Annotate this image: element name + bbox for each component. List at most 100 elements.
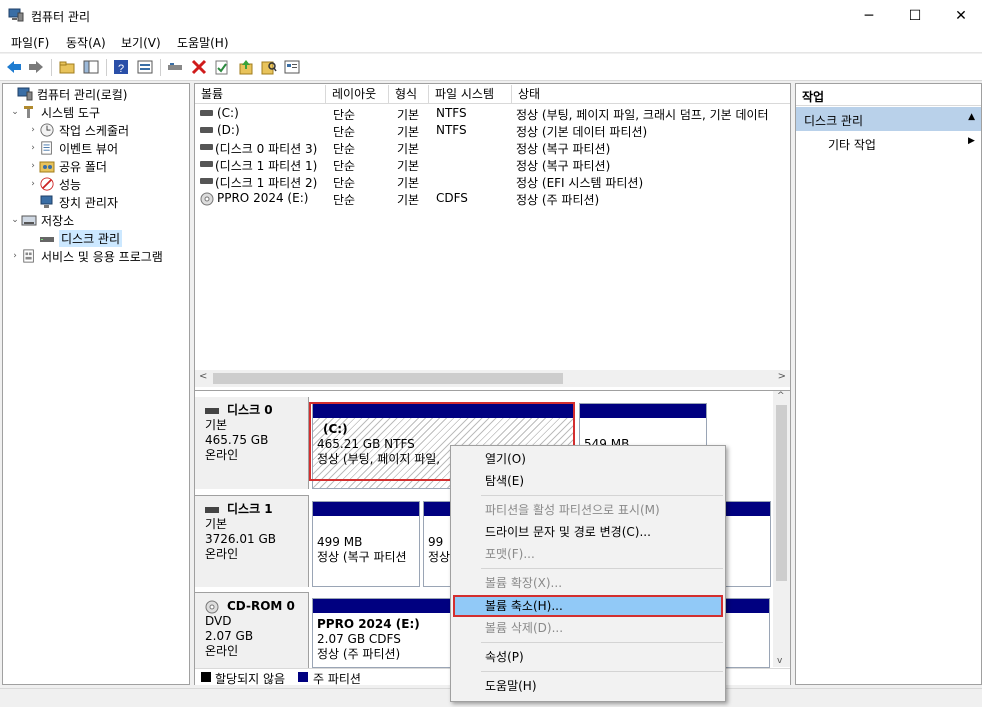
disk-state: 온라인 [205, 547, 239, 561]
menu-delete-volume: 볼륨 삭제(D)... [485, 621, 564, 635]
help-icon[interactable]: ? [112, 58, 130, 76]
volume-layout: 단순 [333, 108, 356, 122]
menu-view[interactable]: 보기(V) [121, 34, 161, 51]
tree-expander[interactable]: ⌄ [9, 215, 21, 225]
column-type[interactable]: 형식 [389, 85, 429, 104]
menu-file[interactable]: 파일(F) [11, 34, 49, 51]
tree-expander[interactable]: ⌄ [9, 107, 21, 117]
tree-expander[interactable]: › [27, 179, 39, 189]
actions-header: 작업 [796, 84, 981, 106]
tree-item-performance[interactable]: › 성능 [27, 175, 81, 193]
volume-row[interactable]: (D:) 단순 기본 NTFS 정상 (기본 데이터 파티션) [195, 122, 790, 139]
collapse-icon[interactable]: ▲ [968, 112, 975, 122]
properties-view-icon[interactable] [136, 58, 154, 76]
column-status[interactable]: 상태 [512, 85, 790, 104]
volume-row[interactable]: PPRO 2024 (E:) 단순 기본 CDFS 정상 (주 파티션) [195, 190, 790, 207]
menu-help[interactable]: 도움말(H) [177, 34, 229, 51]
tree-item-system-tools[interactable]: ⌄ 시스템 도구 [9, 103, 100, 121]
volume-icon [200, 178, 213, 184]
menu-shrink-volume[interactable]: 볼륨 축소(H)... [453, 595, 723, 617]
scroll-left-icon[interactable]: < [199, 371, 207, 382]
tree-expander[interactable]: › [27, 161, 39, 171]
tree-item-label: 성능 [59, 177, 82, 192]
cdrom-0-label[interactable]: CD-ROM 0 DVD 2.07 GB 온라인 [195, 592, 309, 668]
scroll-thumb[interactable] [776, 405, 787, 581]
export-icon[interactable] [237, 58, 255, 76]
volume-row[interactable]: (디스크 1 파티션 2) 단순 기본 정상 (EFI 시스템 파티션) [195, 173, 790, 190]
scroll-down-icon[interactable]: v [777, 656, 782, 666]
disk-management-icon [40, 237, 54, 242]
disk-0-label[interactable]: 디스크 0 기본 465.75 GB 온라인 [195, 397, 309, 489]
shared-folder-icon [39, 161, 55, 173]
clock-icon [40, 123, 54, 137]
volume-type: 기본 [397, 108, 420, 122]
tree-item-disk-management[interactable]: 디스크 관리 [27, 229, 123, 247]
legend-swatch-primary [298, 672, 308, 682]
menu-extend-volume: 볼륨 확장(X)... [485, 576, 563, 590]
check-icon[interactable] [213, 58, 231, 76]
menu-explore[interactable]: 탐색(E) [453, 470, 723, 492]
volume-row[interactable]: (디스크 1 파티션 1) 단순 기본 정상 (복구 파티션) [195, 156, 790, 173]
scroll-up-icon[interactable]: ^ [777, 391, 785, 401]
menu-change-drive-letter[interactable]: 드라이브 문자 및 경로 변경(C)... [453, 521, 723, 543]
menu-open[interactable]: 열기(O) [453, 448, 723, 470]
computer-management-icon [17, 87, 33, 101]
connect-icon[interactable] [166, 58, 184, 76]
services-apps-icon [23, 249, 34, 263]
tree-item-computer-management[interactable]: 컴퓨터 관리(로컬) [5, 85, 127, 103]
legend-label: 할당되지 않음 [215, 672, 286, 686]
actions-section-disk-management[interactable]: 디스크 관리 ▲ [796, 107, 981, 131]
scroll-thumb[interactable] [213, 373, 563, 384]
column-layout[interactable]: 레이아웃 [326, 85, 389, 104]
window-title: 컴퓨터 관리 [31, 10, 91, 24]
volume-row[interactable]: (C:) 단순 기본 NTFS 정상 (부팅, 페이지 파일, 크래시 덤프, … [195, 105, 790, 122]
horizontal-scrollbar[interactable]: < > [195, 370, 790, 387]
close-button[interactable]: ✕ [938, 0, 982, 31]
tree-item-device-manager[interactable]: 장치 관리자 [27, 193, 118, 211]
tree-item-shared-folders[interactable]: › 공유 폴더 [27, 157, 107, 175]
search-icon[interactable] [260, 58, 278, 76]
tree-item-task-scheduler[interactable]: › 작업 스케줄러 [27, 121, 129, 139]
menu-help[interactable]: 도움말(H) [453, 675, 723, 697]
tree-item-label: 디스크 관리 [59, 229, 123, 247]
svg-text:?: ? [118, 63, 124, 75]
menu-action[interactable]: 동작(A) [66, 34, 106, 51]
tree-expander[interactable]: › [9, 251, 21, 261]
disk-type: DVD [205, 614, 232, 628]
tree-item-storage[interactable]: ⌄ 저장소 [9, 211, 74, 229]
disk-1-label[interactable]: 디스크 1 기본 3726.01 GB 온라인 [195, 495, 309, 587]
volume-layout: 단순 [333, 142, 356, 156]
toolbar: ? [0, 54, 982, 81]
forward-icon[interactable] [27, 58, 45, 76]
performance-icon [40, 177, 54, 191]
partition-bar [580, 404, 706, 418]
tree-item-event-viewer[interactable]: › 이벤트 뷰어 [27, 139, 118, 157]
more-actions-item[interactable]: 기타 작업 [828, 136, 876, 153]
show-hide-tree-icon[interactable] [82, 58, 100, 76]
tree-item-services-apps[interactable]: › 서비스 및 응용 프로그램 [9, 247, 163, 265]
tree-expander[interactable]: › [27, 143, 39, 153]
column-file-system[interactable]: 파일 시스템 [429, 85, 512, 104]
back-icon[interactable] [5, 58, 23, 76]
volume-row[interactable]: (디스크 0 파티션 3) 단순 기본 정상 (복구 파티션) [195, 139, 790, 156]
tree-expander[interactable]: › [27, 125, 39, 135]
menu-mark-active: 파티션을 활성 파티션으로 표시(M) [485, 503, 660, 517]
minimize-button[interactable]: ─ [846, 0, 892, 31]
disk-name: 디스크 1 [227, 502, 273, 516]
volume-layout: 단순 [333, 125, 356, 139]
volume-name: (디스크 1 파티션 1) [215, 159, 318, 173]
vertical-scrollbar[interactable]: ^ v [773, 391, 790, 667]
delete-icon[interactable] [190, 58, 208, 76]
up-folder-icon[interactable] [58, 58, 76, 76]
maximize-button[interactable]: ☐ [892, 0, 938, 31]
disk-size: 2.07 GB [205, 629, 254, 643]
partition-disk1-recovery[interactable]: 499 MB 정상 (복구 파티션 [312, 501, 420, 587]
scroll-right-icon[interactable]: > [778, 371, 786, 382]
volume-layout: 단순 [333, 193, 356, 207]
volume-icon [200, 144, 213, 150]
console-icon[interactable] [283, 58, 301, 76]
context-menu: 열기(O) 탐색(E) 파티션을 활성 파티션으로 표시(M) 드라이브 문자 … [450, 445, 726, 702]
column-volume[interactable]: 볼륨 [195, 85, 326, 104]
volume-type: 기본 [397, 159, 420, 173]
menu-properties[interactable]: 속성(P) [453, 646, 723, 668]
